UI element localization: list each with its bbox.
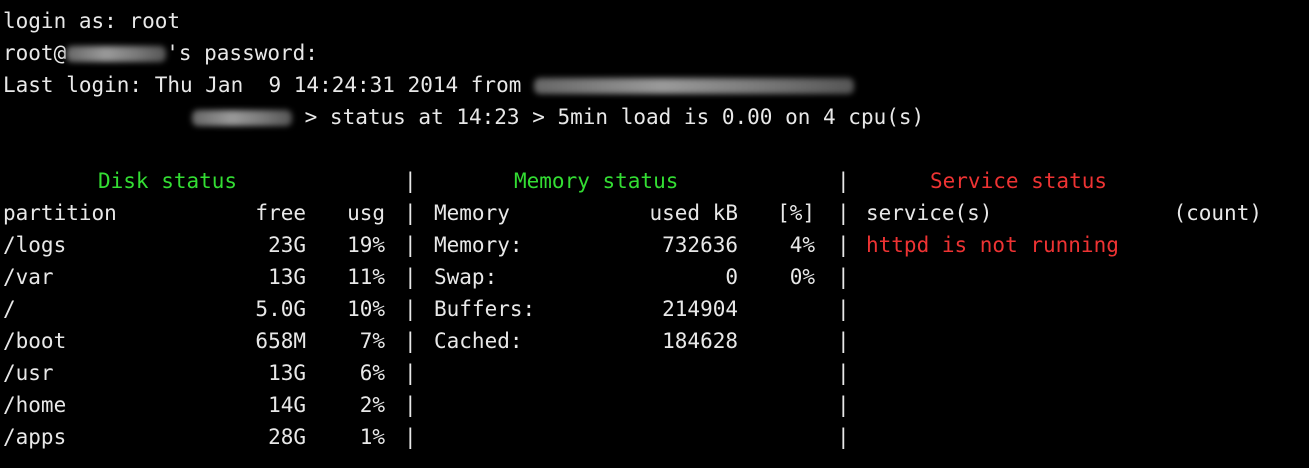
separator-bar: | [404, 329, 417, 353]
disk-status-title: Disk status [98, 169, 238, 193]
disk-row-usg: 19% [347, 233, 385, 257]
memory-row-used: 0 [725, 265, 738, 289]
disk-row-partition: /usr [3, 361, 54, 385]
terminal-window[interactable]: login as: root root@ 's password: Last lo… [0, 0, 1309, 468]
disk-row-partition: /home [3, 393, 67, 417]
status-text: > status at 14:23 > 5min load is 0.00 on… [292, 105, 925, 129]
memory-row-used: 732636 [662, 233, 738, 257]
status-line: > status at 14:23 > 5min load is 0.00 on… [192, 105, 924, 129]
disk-row-free: 5.0G [255, 297, 306, 321]
redacted-hostname [66, 46, 167, 62]
separator-bar: | [404, 201, 417, 225]
separator-bar: | [837, 233, 850, 257]
disk-row-partition: / [3, 297, 16, 321]
separator-bar: | [837, 297, 850, 321]
separator-bar: | [837, 265, 850, 289]
password-prompt: root@ 's password: [3, 41, 318, 65]
memory-header-used: used kB [649, 201, 738, 225]
separator-bar: | [837, 169, 850, 193]
memory-header-name: Memory [434, 201, 510, 225]
separator-bar: | [404, 297, 417, 321]
redacted-ip [534, 78, 855, 94]
separator-bar: | [837, 361, 850, 385]
disk-row-partition: /var [3, 265, 54, 289]
separator-bar: | [837, 425, 850, 449]
separator-bar: | [404, 169, 417, 193]
login-line: login as: root [3, 9, 181, 33]
memory-row-name: Memory: [434, 233, 523, 257]
service-header-name: service(s) [866, 201, 993, 225]
separator-bar: | [837, 329, 850, 353]
service-header-count: (count) [1173, 201, 1262, 225]
disk-row-usg: 7% [359, 329, 385, 353]
disk-row-partition: /logs [3, 233, 67, 257]
separator-bar: | [404, 393, 417, 417]
memory-header-percent: [%] [777, 201, 815, 225]
separator-bar: | [404, 233, 417, 257]
disk-row-free: 658M [255, 329, 306, 353]
memory-row-name: Swap: [434, 265, 498, 289]
memory-row-used: 214904 [662, 297, 738, 321]
disk-row-free: 23G [268, 233, 306, 257]
password-suffix: 's password: [166, 41, 318, 65]
last-login-line: Last login: Thu Jan 9 14:24:31 2014 from [3, 73, 855, 97]
separator-bar: | [404, 425, 417, 449]
password-prefix: root@ [3, 41, 67, 65]
service-row-message: httpd is not running [866, 233, 1119, 257]
service-status-title: Service status [930, 169, 1108, 193]
memory-row-name: Buffers: [434, 297, 536, 321]
disk-row-partition: /apps [3, 425, 67, 449]
redacted-host [192, 110, 292, 126]
memory-status-title: Memory status [514, 169, 679, 193]
separator-bar: | [404, 265, 417, 289]
memory-row-percent: 0% [789, 265, 815, 289]
disk-row-usg: 1% [359, 425, 385, 449]
disk-row-partition: /boot [3, 329, 67, 353]
disk-row-usg: 11% [347, 265, 385, 289]
memory-row-used: 184628 [662, 329, 738, 353]
separator-bar: | [837, 393, 850, 417]
disk-header-free: free [255, 201, 306, 225]
memory-row-name: Cached: [434, 329, 523, 353]
disk-header-usg: usg [347, 201, 385, 225]
disk-row-free: 28G [268, 425, 306, 449]
disk-row-usg: 2% [359, 393, 385, 417]
memory-row-percent: 4% [789, 233, 815, 257]
disk-row-usg: 6% [359, 361, 385, 385]
disk-row-free: 13G [268, 265, 306, 289]
last-login-text: Last login: Thu Jan 9 14:24:31 2014 from [3, 73, 535, 97]
disk-row-free: 13G [268, 361, 306, 385]
disk-header-partition: partition [3, 201, 117, 225]
separator-bar: | [837, 201, 850, 225]
separator-bar: | [404, 361, 417, 385]
disk-row-usg: 10% [347, 297, 385, 321]
disk-row-free: 14G [268, 393, 306, 417]
